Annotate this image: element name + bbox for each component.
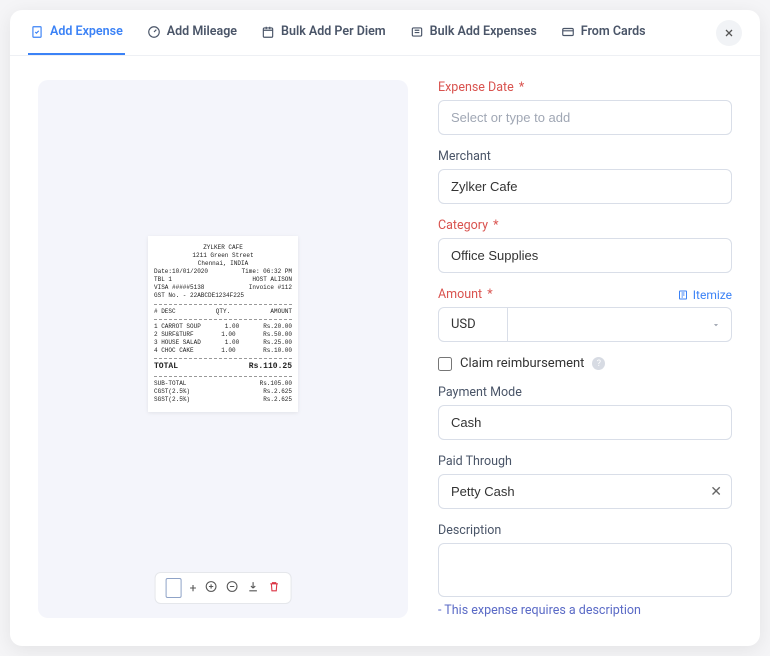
claim-label: Claim reimbursement [460,356,584,371]
amount-input[interactable] [508,307,732,342]
tab-label: Add Mileage [167,24,237,39]
page-thumb-icon[interactable] [166,578,182,598]
tab-add-expense[interactable]: Add Expense [28,10,125,55]
tab-label: From Cards [581,24,646,39]
paid-through-input[interactable] [438,474,732,509]
itemize-icon [677,289,689,301]
gauge-icon [147,25,161,39]
description-label: Description [438,523,732,538]
receipt-preview-panel: ZYLKER CAFE 1211 Green Street Chennai, I… [38,80,408,618]
card-icon [561,25,575,39]
paid-through-label: Paid Through [438,454,732,469]
payment-mode-label: Payment Mode [438,385,732,400]
delete-button[interactable] [267,580,280,596]
tab-label: Bulk Add Per Diem [281,24,386,39]
calendar-icon [261,25,275,39]
currency-select[interactable]: USD [438,307,508,342]
tab-label: Add Expense [50,24,123,39]
payment-mode-input[interactable] [438,405,732,440]
tabs: Add Expense Add Mileage Bulk Add Per Die… [10,10,760,56]
receipt-toolbar: + [155,572,292,604]
merchant-input[interactable] [438,169,732,204]
list-icon [410,25,424,39]
tab-from-cards[interactable]: From Cards [559,10,648,55]
tab-bulk-per-diem[interactable]: Bulk Add Per Diem [259,10,388,55]
description-note: - This expense requires a description [438,603,732,618]
help-icon[interactable]: ? [592,357,605,370]
close-button[interactable] [716,20,742,46]
tab-label: Bulk Add Expenses [430,24,537,39]
zoom-in-button[interactable] [204,580,217,596]
tab-bulk-expenses[interactable]: Bulk Add Expenses [408,10,539,55]
tab-add-mileage[interactable]: Add Mileage [145,10,239,55]
category-input[interactable] [438,238,732,273]
expense-date-label: Expense Date * [438,80,732,95]
description-input[interactable] [438,543,732,597]
amount-label: Amount * Itemize [438,287,732,302]
claim-reimbursement-checkbox[interactable] [438,357,452,371]
expense-date-input[interactable] [438,100,732,135]
expense-modal: Add Expense Add Mileage Bulk Add Per Die… [10,10,760,646]
expense-form: Expense Date * Merchant Category * Amoun… [438,80,732,618]
close-icon [723,27,735,39]
receipt-check-icon [30,25,44,39]
zoom-out-button[interactable] [225,580,238,596]
category-label: Category * [438,218,732,233]
merchant-label: Merchant [438,149,732,164]
add-page-button[interactable]: + [190,581,197,595]
clear-paid-through-button[interactable]: ✕ [710,484,722,500]
download-button[interactable] [246,580,259,596]
receipt-image: ZYLKER CAFE 1211 Green Street Chennai, I… [148,236,298,412]
itemize-link[interactable]: Itemize [677,288,732,302]
chevron-down-icon [711,320,721,330]
